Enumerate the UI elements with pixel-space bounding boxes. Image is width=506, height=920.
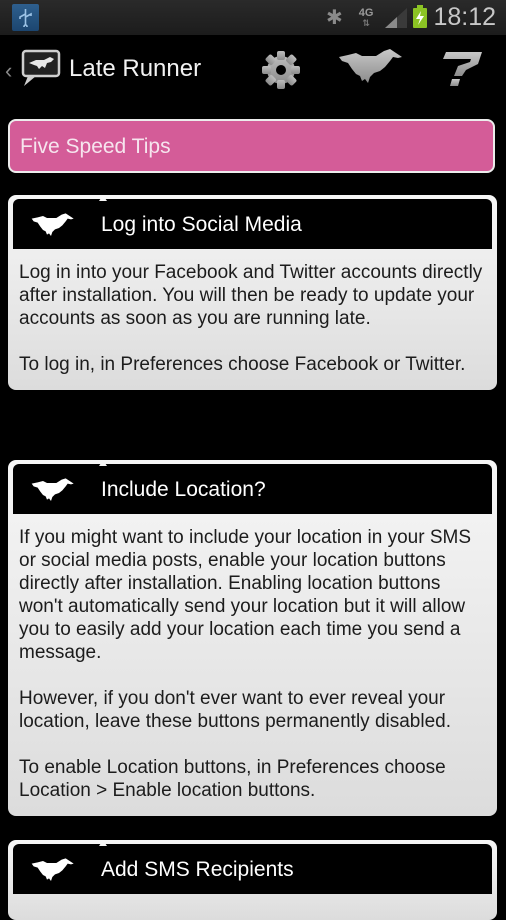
- network-type: 4G: [358, 6, 374, 19]
- banner-five-speed-tips: Five Speed Tips: [8, 119, 495, 173]
- battery-charging-icon: [413, 4, 428, 28]
- tip-paragraph: To enable Location buttons, in Preferenc…: [19, 757, 446, 801]
- bluetooth-icon: ✱: [325, 7, 343, 29]
- tip-paragraph: If you might want to include your locati…: [19, 527, 472, 663]
- tab-notch: [99, 195, 107, 201]
- tip-paragraph: However, if you don't ever want to ever …: [19, 688, 451, 732]
- tip-body: If you might want to include your locati…: [13, 514, 492, 816]
- tip-card: Log into Social Media Log in into your F…: [8, 195, 497, 390]
- signal-icon: [385, 7, 408, 28]
- horse-icon[interactable]: [338, 47, 404, 89]
- usb-icon: [12, 4, 39, 31]
- tab-notch: [99, 460, 107, 466]
- data-arrows-icon: ⇅: [362, 17, 370, 28]
- horse-icon: [31, 213, 74, 236]
- tip-card-header: Include Location?: [13, 460, 492, 514]
- tip-paragraph: Log in into your Facebook and Twitter ac…: [19, 262, 483, 329]
- action-bar: ‹ Late Runner: [0, 35, 506, 105]
- tip-paragraph: To log in, in Preferences choose Faceboo…: [19, 354, 466, 375]
- tip-card: Add SMS Recipients: [8, 840, 497, 920]
- horse-icon: [31, 478, 74, 501]
- tip-title: Add SMS Recipients: [101, 858, 294, 881]
- app-title: Late Runner: [69, 55, 202, 82]
- tip-title: Log into Social Media: [101, 213, 302, 236]
- tip-card-header: Add SMS Recipients: [13, 840, 492, 894]
- horse-icon: [31, 858, 74, 881]
- tip-card: Include Location? If you might want to i…: [8, 460, 497, 816]
- network-indicator: 4G ⇅: [358, 6, 374, 28]
- status-bar: ✱ 4G ⇅ 18:12: [0, 0, 506, 35]
- gear-icon[interactable]: [260, 49, 302, 91]
- app-logo-icon[interactable]: [20, 49, 62, 89]
- clock: 18:12: [433, 3, 496, 31]
- question-icon[interactable]: [438, 50, 484, 88]
- tip-body: Log in into your Facebook and Twitter ac…: [13, 249, 492, 390]
- tip-card-header: Log into Social Media: [13, 195, 492, 249]
- tab-notch: [99, 840, 107, 846]
- banner-label: Five Speed Tips: [20, 135, 171, 158]
- tip-title: Include Location?: [101, 478, 266, 501]
- back-icon[interactable]: ‹: [5, 58, 12, 84]
